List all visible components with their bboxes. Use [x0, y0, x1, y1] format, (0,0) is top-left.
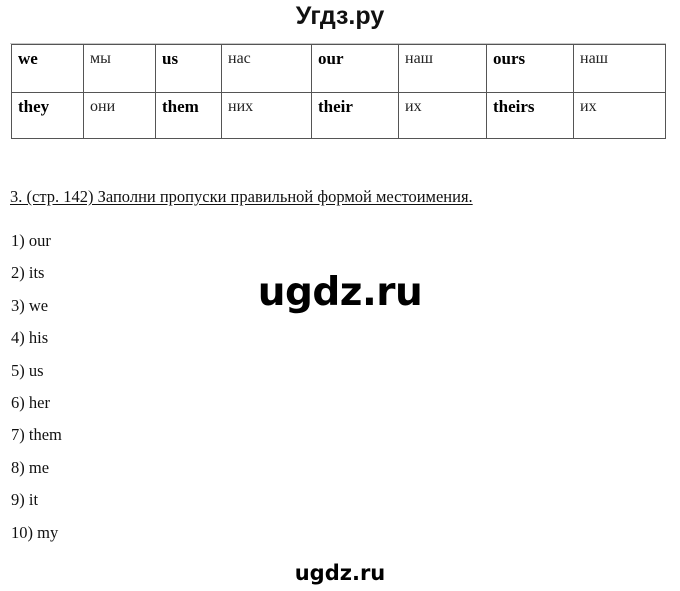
pronoun-table: we мы us нас our наш ours наш they они t… [11, 44, 666, 139]
answer-item: 2) its [11, 263, 45, 283]
answer-item: 6) her [11, 392, 50, 412]
table-cell: мы [83, 44, 156, 93]
task-heading: 3. (стр. 142) Заполни пропуски правильно… [10, 187, 473, 206]
answer-item: 3) we [11, 295, 49, 315]
table-cell: они [83, 92, 156, 139]
watermark-center: ugdz.ru [257, 270, 423, 315]
table-cell: наш [398, 44, 487, 93]
table-cell: них [221, 92, 312, 139]
table-cell: our [311, 44, 399, 93]
answer-item: 1) our [11, 231, 51, 250]
table-cell: us [155, 44, 222, 93]
answer-list: 1) our 2) its 3) we 4) his 5) us 6) her … [11, 230, 62, 554]
table-cell: them [155, 92, 222, 139]
table-cell: we [11, 44, 84, 93]
table-row: they они them них their их theirs их [11, 92, 666, 139]
table-cell: theirs [486, 92, 574, 139]
table-cell: нас [221, 44, 312, 93]
answer-item: 5) us [11, 360, 44, 380]
table-cell: их [573, 92, 666, 139]
table-cell: they [11, 92, 84, 139]
table-cell: ours [486, 44, 574, 93]
table-cell: наш [573, 44, 666, 93]
answer-item: 9) it [11, 490, 39, 510]
answer-item: 7) them [11, 425, 62, 445]
answer-item: 10) my [11, 522, 59, 542]
answer-item: 4) his [11, 328, 49, 348]
table-cell: their [311, 92, 399, 139]
site-title: Угдз.ру [295, 2, 385, 30]
watermark-bottom: ugdz.ru [294, 561, 386, 585]
table-cell: их [398, 92, 487, 139]
table-row: we мы us нас our наш ours наш [11, 44, 666, 93]
answer-item: 8) me [11, 457, 50, 477]
